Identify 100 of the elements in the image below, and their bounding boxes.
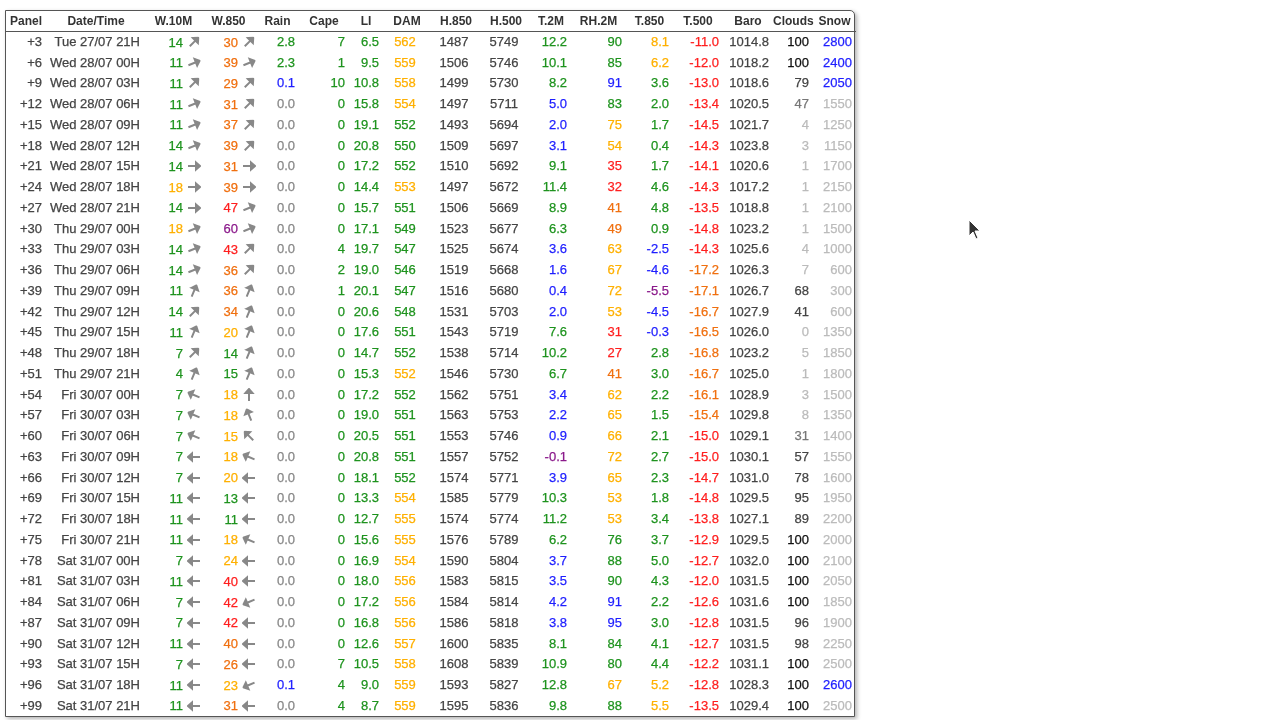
table-cell: 5774 xyxy=(489,511,519,527)
table-cell: 53 xyxy=(607,303,622,319)
table-cell: 20.8 xyxy=(353,137,379,153)
table-cell: 1525 xyxy=(439,241,469,257)
table-cell-text: 11 xyxy=(168,117,183,133)
table-cell: 1593 xyxy=(439,677,469,693)
table-cell: -12.6 xyxy=(689,594,719,610)
table-cell: Sat 31/07 15H xyxy=(56,656,140,672)
table-cell: +39 xyxy=(19,282,42,298)
table-cell: Thu 29/07 09H xyxy=(54,282,140,298)
table-cell: 0 xyxy=(337,635,345,651)
table-cell: 1595 xyxy=(439,697,469,713)
table-cell: -2.5 xyxy=(646,241,669,257)
table-cell: 0 xyxy=(337,594,345,610)
table-cell: -14.5 xyxy=(689,116,719,132)
table-cell: 16.8 xyxy=(353,614,379,630)
table-cell: 1 xyxy=(801,179,809,195)
table-cell: 546 xyxy=(394,262,416,278)
table-cell: 0.0 xyxy=(276,199,295,215)
table-cell: 1574 xyxy=(439,511,469,527)
table-cell: 14 xyxy=(167,138,183,154)
table-cell: 2150 xyxy=(823,179,852,195)
table-cell: 2.8 xyxy=(276,34,295,50)
table-cell: 1018.6 xyxy=(729,75,769,91)
table-cell: 13.3 xyxy=(353,490,379,506)
table-cell: 557 xyxy=(394,635,416,651)
table-cell: 53 xyxy=(607,490,622,506)
table-cell: 551 xyxy=(394,324,416,340)
table-cell: 3 xyxy=(801,137,809,153)
table-cell: 0 xyxy=(337,365,345,381)
table-cell: 42 xyxy=(222,594,238,610)
table-cell: 1500 xyxy=(823,386,852,402)
table-cell-text: 7 xyxy=(174,449,183,465)
table-cell: 0.0 xyxy=(276,490,295,506)
table-cell: 1800 xyxy=(823,365,852,381)
table-cell: 83 xyxy=(607,96,622,112)
table-cell: Sat 31/07 06H xyxy=(56,594,140,610)
table-cell: +99 xyxy=(19,697,42,713)
table-cell: 88 xyxy=(607,552,622,568)
table-cell: 1 xyxy=(801,220,809,236)
table-cell: 5839 xyxy=(489,656,519,672)
table-cell: 2050 xyxy=(823,573,852,589)
table-cell-text: 7 xyxy=(174,553,183,569)
table-cell: +81 xyxy=(19,573,42,589)
table-cell: 9.8 xyxy=(548,697,567,713)
table-cell: 0.0 xyxy=(276,96,295,112)
table-cell: 42 xyxy=(222,615,238,631)
table-cell: -17.2 xyxy=(689,262,719,278)
table-cell: 3.0 xyxy=(650,614,669,630)
table-cell: 40 xyxy=(222,636,238,652)
table-cell: 0.0 xyxy=(276,116,295,132)
table-cell: +69 xyxy=(19,490,42,506)
table-cell: +87 xyxy=(19,614,42,630)
table-cell: 41 xyxy=(794,303,809,319)
table-cell: +42 xyxy=(19,303,42,319)
table-cell: 3.4 xyxy=(548,386,567,402)
table-cell: 1031.5 xyxy=(729,573,769,589)
table-cell: 65 xyxy=(607,407,622,423)
table-cell: 18 xyxy=(222,407,238,423)
table-cell: Thu 29/07 21H xyxy=(54,365,140,381)
table-cell: 15 xyxy=(222,428,238,444)
table-cell: 1029.4 xyxy=(729,697,769,713)
table-cell-text: 11 xyxy=(168,636,183,652)
table-cell: 18 xyxy=(167,221,183,237)
table-cell: 1029.8 xyxy=(729,407,769,423)
table-cell: 0.0 xyxy=(276,179,295,195)
table-cell: -14.1 xyxy=(689,158,719,174)
table-cell: 23 xyxy=(222,677,238,693)
table-cell: 0 xyxy=(337,345,345,361)
table-cell: 551 xyxy=(394,407,416,423)
table-cell: 5694 xyxy=(489,116,519,132)
table-cell: 1500 xyxy=(823,220,852,236)
table-cell: 90 xyxy=(607,573,622,589)
table-cell: 15.3 xyxy=(353,365,379,381)
table-cell: 0 xyxy=(337,324,345,340)
table-cell: 0 xyxy=(337,199,345,215)
table-cell: -13.5 xyxy=(689,199,719,215)
table-cell: 0 xyxy=(337,614,345,630)
table-cell: 5669 xyxy=(489,199,519,215)
table-cell: 19.1 xyxy=(353,116,379,132)
table-cell-text: 7 xyxy=(174,470,183,486)
table-cell: 0 xyxy=(337,220,345,236)
table-cell: 7 xyxy=(337,34,345,50)
table-cell: 0.0 xyxy=(276,697,295,713)
table-cell: 14 xyxy=(167,262,183,278)
table-cell: 100 xyxy=(787,656,809,672)
table-cell: 552 xyxy=(394,386,416,402)
table-cell: 66 xyxy=(607,428,622,444)
table-cell: 0.0 xyxy=(276,614,295,630)
table-cell: 1026.7 xyxy=(729,282,769,298)
table-cell: 18 xyxy=(222,532,238,548)
table-cell: 1030.1 xyxy=(729,448,769,464)
table-cell: 11.2 xyxy=(542,511,567,527)
table-cell: 17.6 xyxy=(353,324,379,340)
table-cell: 0.0 xyxy=(276,282,295,298)
table-cell: 9.1 xyxy=(548,158,567,174)
table-cell: 31 xyxy=(222,158,238,174)
table-cell: 30 xyxy=(222,34,238,50)
table-cell: 1531 xyxy=(439,303,469,319)
table-cell: -11.0 xyxy=(690,34,719,50)
